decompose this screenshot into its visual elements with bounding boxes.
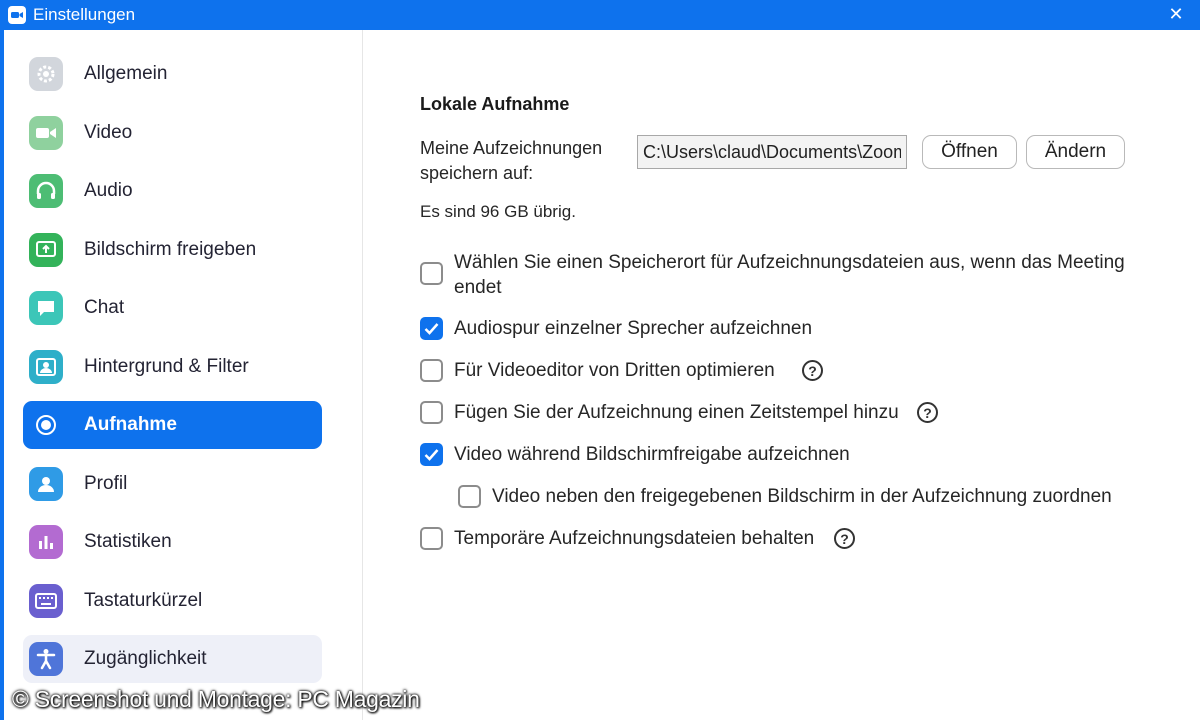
- profile-icon: [29, 467, 63, 501]
- help-icon[interactable]: ?: [917, 402, 938, 423]
- sidebar-item-label: Allgemein: [84, 63, 168, 84]
- record-video-sharing-checkbox[interactable]: [420, 443, 443, 466]
- save-location-label: Meine Aufzeichnungen speichern auf:: [420, 138, 603, 183]
- sidebar-item-label: Video: [84, 122, 133, 143]
- option-label: Audiospur einzelner Sprecher aufzeichnen: [454, 318, 813, 339]
- sidebar-item-allgemein[interactable]: Allgemein: [23, 50, 322, 98]
- video-camera-icon: [29, 116, 63, 150]
- keyboard-icon: [29, 584, 63, 618]
- sidebar-item-label: Bildschirm freigeben: [84, 239, 257, 260]
- open-folder-button[interactable]: Öffnen: [922, 135, 1017, 169]
- sidebar-item-label: Audio: [84, 180, 133, 201]
- sidebar-item-profil[interactable]: Profil: [23, 460, 322, 508]
- sidebar-item-label: Profil: [84, 473, 128, 494]
- title-bar: Einstellungen ✕: [0, 0, 1200, 30]
- option-label: Für Videoeditor von Dritten optimieren: [454, 360, 775, 381]
- gear-icon: [29, 57, 63, 91]
- headphones-icon: [29, 174, 63, 208]
- sidebar-item-aufnahme[interactable]: Aufnahme: [23, 401, 322, 449]
- copyright-watermark: © Screenshot und Montage: PC Magazin: [12, 686, 420, 712]
- sidebar-item-chat[interactable]: Chat: [23, 284, 322, 332]
- sidebar-item-label: Statistiken: [84, 531, 172, 552]
- option-label: Video während Bildschirmfreigabe aufzeic…: [454, 444, 850, 465]
- sidebar-item-label: Aufnahme: [84, 414, 177, 435]
- sidebar-item-label: Zugänglichkeit: [84, 648, 207, 669]
- share-screen-icon: [29, 233, 63, 267]
- settings-sidebar: Allgemein Video Audio Bildschirm freigeb…: [0, 30, 363, 720]
- accessibility-icon: [29, 642, 63, 676]
- keep-temp-files-checkbox[interactable]: [420, 527, 443, 550]
- optimize-editor-checkbox[interactable]: [420, 359, 443, 382]
- help-icon[interactable]: ?: [834, 528, 855, 549]
- option-label: Video neben den freigegebenen Bildschirm…: [492, 486, 1112, 507]
- option-label: Wählen Sie einen Speicherort für Aufzeic…: [454, 252, 1125, 298]
- sidebar-item-label: Hintergrund & Filter: [84, 356, 249, 377]
- background-person-icon: [29, 350, 63, 384]
- sidebar-item-bildschirm-freigeben[interactable]: Bildschirm freigeben: [23, 226, 322, 274]
- recording-path-input[interactable]: [637, 135, 907, 169]
- video-next-to-screen-checkbox[interactable]: [458, 485, 481, 508]
- sidebar-item-label: Tastaturkürzel: [84, 590, 203, 611]
- checkmark-icon: [424, 323, 439, 335]
- sidebar-item-zugaenglichkeit[interactable]: Zugänglichkeit: [23, 635, 322, 683]
- choose-location-checkbox[interactable]: [420, 262, 443, 285]
- sidebar-item-video[interactable]: Video: [23, 109, 322, 157]
- chat-bubble-icon: [29, 291, 63, 325]
- separate-audio-checkbox[interactable]: [420, 317, 443, 340]
- change-folder-button[interactable]: Ändern: [1026, 135, 1125, 169]
- window-title: Einstellungen: [33, 5, 136, 24]
- option-label: Fügen Sie der Aufzeichnung einen Zeitste…: [454, 402, 899, 423]
- timestamp-checkbox[interactable]: [420, 401, 443, 424]
- section-title: Lokale Aufnahme: [420, 94, 570, 114]
- statistics-icon: [29, 525, 63, 559]
- sidebar-item-hintergrund-filter[interactable]: Hintergrund & Filter: [23, 343, 322, 391]
- close-icon[interactable]: ✕: [1165, 3, 1187, 25]
- recording-settings-panel: Lokale Aufnahme Meine Aufzeichnungen spe…: [364, 30, 1200, 720]
- sidebar-item-statistiken[interactable]: Statistiken: [23, 518, 322, 566]
- sidebar-item-audio[interactable]: Audio: [23, 167, 322, 215]
- free-space-text: Es sind 96 GB übrig.: [420, 202, 576, 221]
- option-label: Temporäre Aufzeichnungsdateien behalten: [454, 528, 815, 549]
- window-edge: [0, 30, 4, 720]
- sidebar-item-tastaturkuerzel[interactable]: Tastaturkürzel: [23, 577, 322, 625]
- record-icon: [29, 408, 63, 442]
- checkmark-icon: [424, 449, 439, 461]
- zoom-camera-icon: [8, 6, 26, 24]
- sidebar-item-label: Chat: [84, 297, 125, 318]
- help-icon[interactable]: ?: [802, 360, 823, 381]
